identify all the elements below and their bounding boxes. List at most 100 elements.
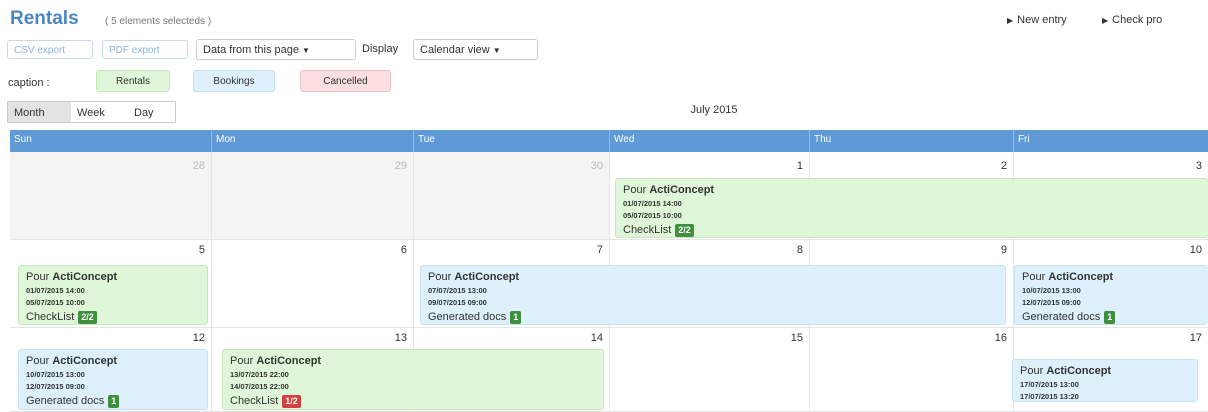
data-source-value: Data from this page [203, 44, 299, 56]
event-end: 05/07/2015 10:00 [623, 211, 682, 220]
day-cell[interactable]: 15 [610, 328, 810, 412]
day-number: 12 [192, 332, 205, 344]
booking-event[interactable]: Pour ActiConcept 07/07/2015 13:00 09/07/… [420, 265, 1006, 325]
event-end: 09/07/2015 09:00 [428, 298, 487, 307]
caption-label: caption : [8, 77, 50, 89]
day-cell[interactable]: 28 [10, 152, 212, 240]
event-doc-label: CheckList [26, 311, 75, 323]
day-cell[interactable]: 16 [810, 328, 1014, 412]
event-start: 13/07/2015 22:00 [230, 370, 289, 379]
rental-event[interactable]: Pour ActiConcept 01/07/2015 14:00 05/07/… [18, 265, 208, 325]
day-cell[interactable]: 30 [414, 152, 610, 240]
view-mode-value: Calendar view [420, 44, 490, 56]
day-number: 15 [790, 332, 803, 344]
legend-cancelled: Cancelled [300, 70, 391, 92]
event-client: ActiConcept [649, 184, 715, 196]
event-client: ActiConcept [1048, 271, 1114, 283]
day-number: 13 [394, 332, 407, 344]
day-number: 16 [994, 332, 1007, 344]
event-client: ActiConcept [256, 355, 322, 367]
view-mode-dropdown[interactable]: Calendar view ▼ [413, 39, 538, 60]
csv-export-button[interactable]: CSV export [7, 40, 93, 59]
day-number: 2 [1000, 160, 1007, 172]
booking-event[interactable]: Pour ActiConcept 17/07/2015 13:00 17/07/… [1012, 359, 1198, 402]
event-doc-label: CheckList [623, 224, 672, 236]
docs-badge: 1 [108, 395, 120, 408]
weekday-mon: Mon [212, 130, 414, 152]
checklist-badge: 2/2 [78, 311, 97, 324]
selection-count: ( 5 elements selecteds ) [105, 16, 212, 27]
rental-event[interactable]: Pour ActiConcept 13/07/2015 22:00 14/07/… [222, 349, 604, 410]
event-end: 05/07/2015 10:00 [26, 298, 85, 307]
new-entry-label: New entry [1017, 14, 1067, 26]
docs-badge: 1 [1104, 311, 1116, 324]
weekday-tue: Tue [414, 130, 610, 152]
weekday-wed: Wed [610, 130, 810, 152]
event-start: 01/07/2015 14:00 [623, 199, 682, 208]
event-client: ActiConcept [454, 271, 520, 283]
event-client: ActiConcept [52, 355, 118, 367]
event-prefix: Pour [623, 184, 647, 196]
display-label: Display [362, 43, 399, 55]
day-cell[interactable]: 29 [212, 152, 414, 240]
event-doc-label: Generated docs [1022, 311, 1101, 323]
event-end: 12/07/2015 09:00 [1022, 298, 1081, 307]
data-source-dropdown[interactable]: Data from this page ▼ [196, 39, 356, 60]
weekday-thu: Thu [810, 130, 1014, 152]
event-prefix: Pour [428, 271, 452, 283]
event-prefix: Pour [1020, 365, 1044, 377]
event-prefix: Pour [26, 355, 50, 367]
day-number: 8 [796, 244, 803, 256]
weekday-header: Sun Mon Tue Wed Thu Fri [10, 130, 1208, 152]
day-number: 9 [1000, 244, 1007, 256]
day-number: 17 [1189, 332, 1202, 344]
pdf-export-button[interactable]: PDF export [102, 40, 188, 59]
booking-event[interactable]: Pour ActiConcept 10/07/2015 13:00 12/07/… [1014, 265, 1208, 325]
event-start: 07/07/2015 13:00 [428, 286, 487, 295]
event-doc-label: Generated docs [26, 395, 105, 407]
legend-rentals: Rentals [96, 70, 170, 92]
event-prefix: Pour [1022, 271, 1046, 283]
event-doc-label: CheckList [230, 395, 279, 407]
caret-down-icon: ▼ [492, 46, 501, 55]
day-number: 6 [400, 244, 407, 256]
weekday-sun: Sun [10, 130, 212, 152]
event-end: 17/07/2015 13:20 [1020, 392, 1079, 401]
day-cell[interactable]: 6 [212, 240, 414, 328]
check-label: Check pro [1112, 14, 1163, 26]
event-start: 10/07/2015 13:00 [1022, 286, 1081, 295]
legend-bookings: Bookings [193, 70, 275, 92]
day-number: 30 [590, 160, 603, 172]
event-start: 01/07/2015 14:00 [26, 286, 85, 295]
day-number: 5 [198, 244, 205, 256]
check-link[interactable]: ▶ Check pro [1102, 14, 1162, 26]
new-entry-link[interactable]: ▶ New entry [1007, 14, 1067, 26]
weekday-fri: Fri [1018, 134, 1030, 145]
booking-event[interactable]: Pour ActiConcept 10/07/2015 13:00 12/07/… [18, 349, 208, 410]
rental-event[interactable]: Pour ActiConcept 01/07/2015 14:00 05/07/… [615, 178, 1208, 238]
event-prefix: Pour [230, 355, 254, 367]
checklist-badge: 1/2 [282, 395, 301, 408]
event-prefix: Pour [26, 271, 50, 283]
day-number: 29 [394, 160, 407, 172]
checklist-badge: 2/2 [675, 224, 694, 237]
event-client: ActiConcept [52, 271, 118, 283]
event-start: 17/07/2015 13:00 [1020, 380, 1079, 389]
triangle-right-icon: ▶ [1102, 16, 1109, 25]
day-number: 14 [590, 332, 603, 344]
day-number: 1 [796, 160, 803, 172]
day-number: 28 [192, 160, 205, 172]
page-title: Rentals [10, 8, 79, 29]
event-end: 12/07/2015 09:00 [26, 382, 85, 391]
caret-down-icon: ▼ [302, 46, 310, 55]
day-number: 10 [1189, 244, 1202, 256]
day-number: 3 [1195, 160, 1202, 172]
event-end: 14/07/2015 22:00 [230, 382, 289, 391]
event-start: 10/07/2015 13:00 [26, 370, 85, 379]
triangle-right-icon: ▶ [1007, 16, 1014, 25]
docs-badge: 1 [510, 311, 522, 324]
event-client: ActiConcept [1046, 365, 1112, 377]
day-number: 7 [596, 244, 603, 256]
event-doc-label: Generated docs [428, 311, 507, 323]
month-label: July 2015 [690, 104, 738, 116]
